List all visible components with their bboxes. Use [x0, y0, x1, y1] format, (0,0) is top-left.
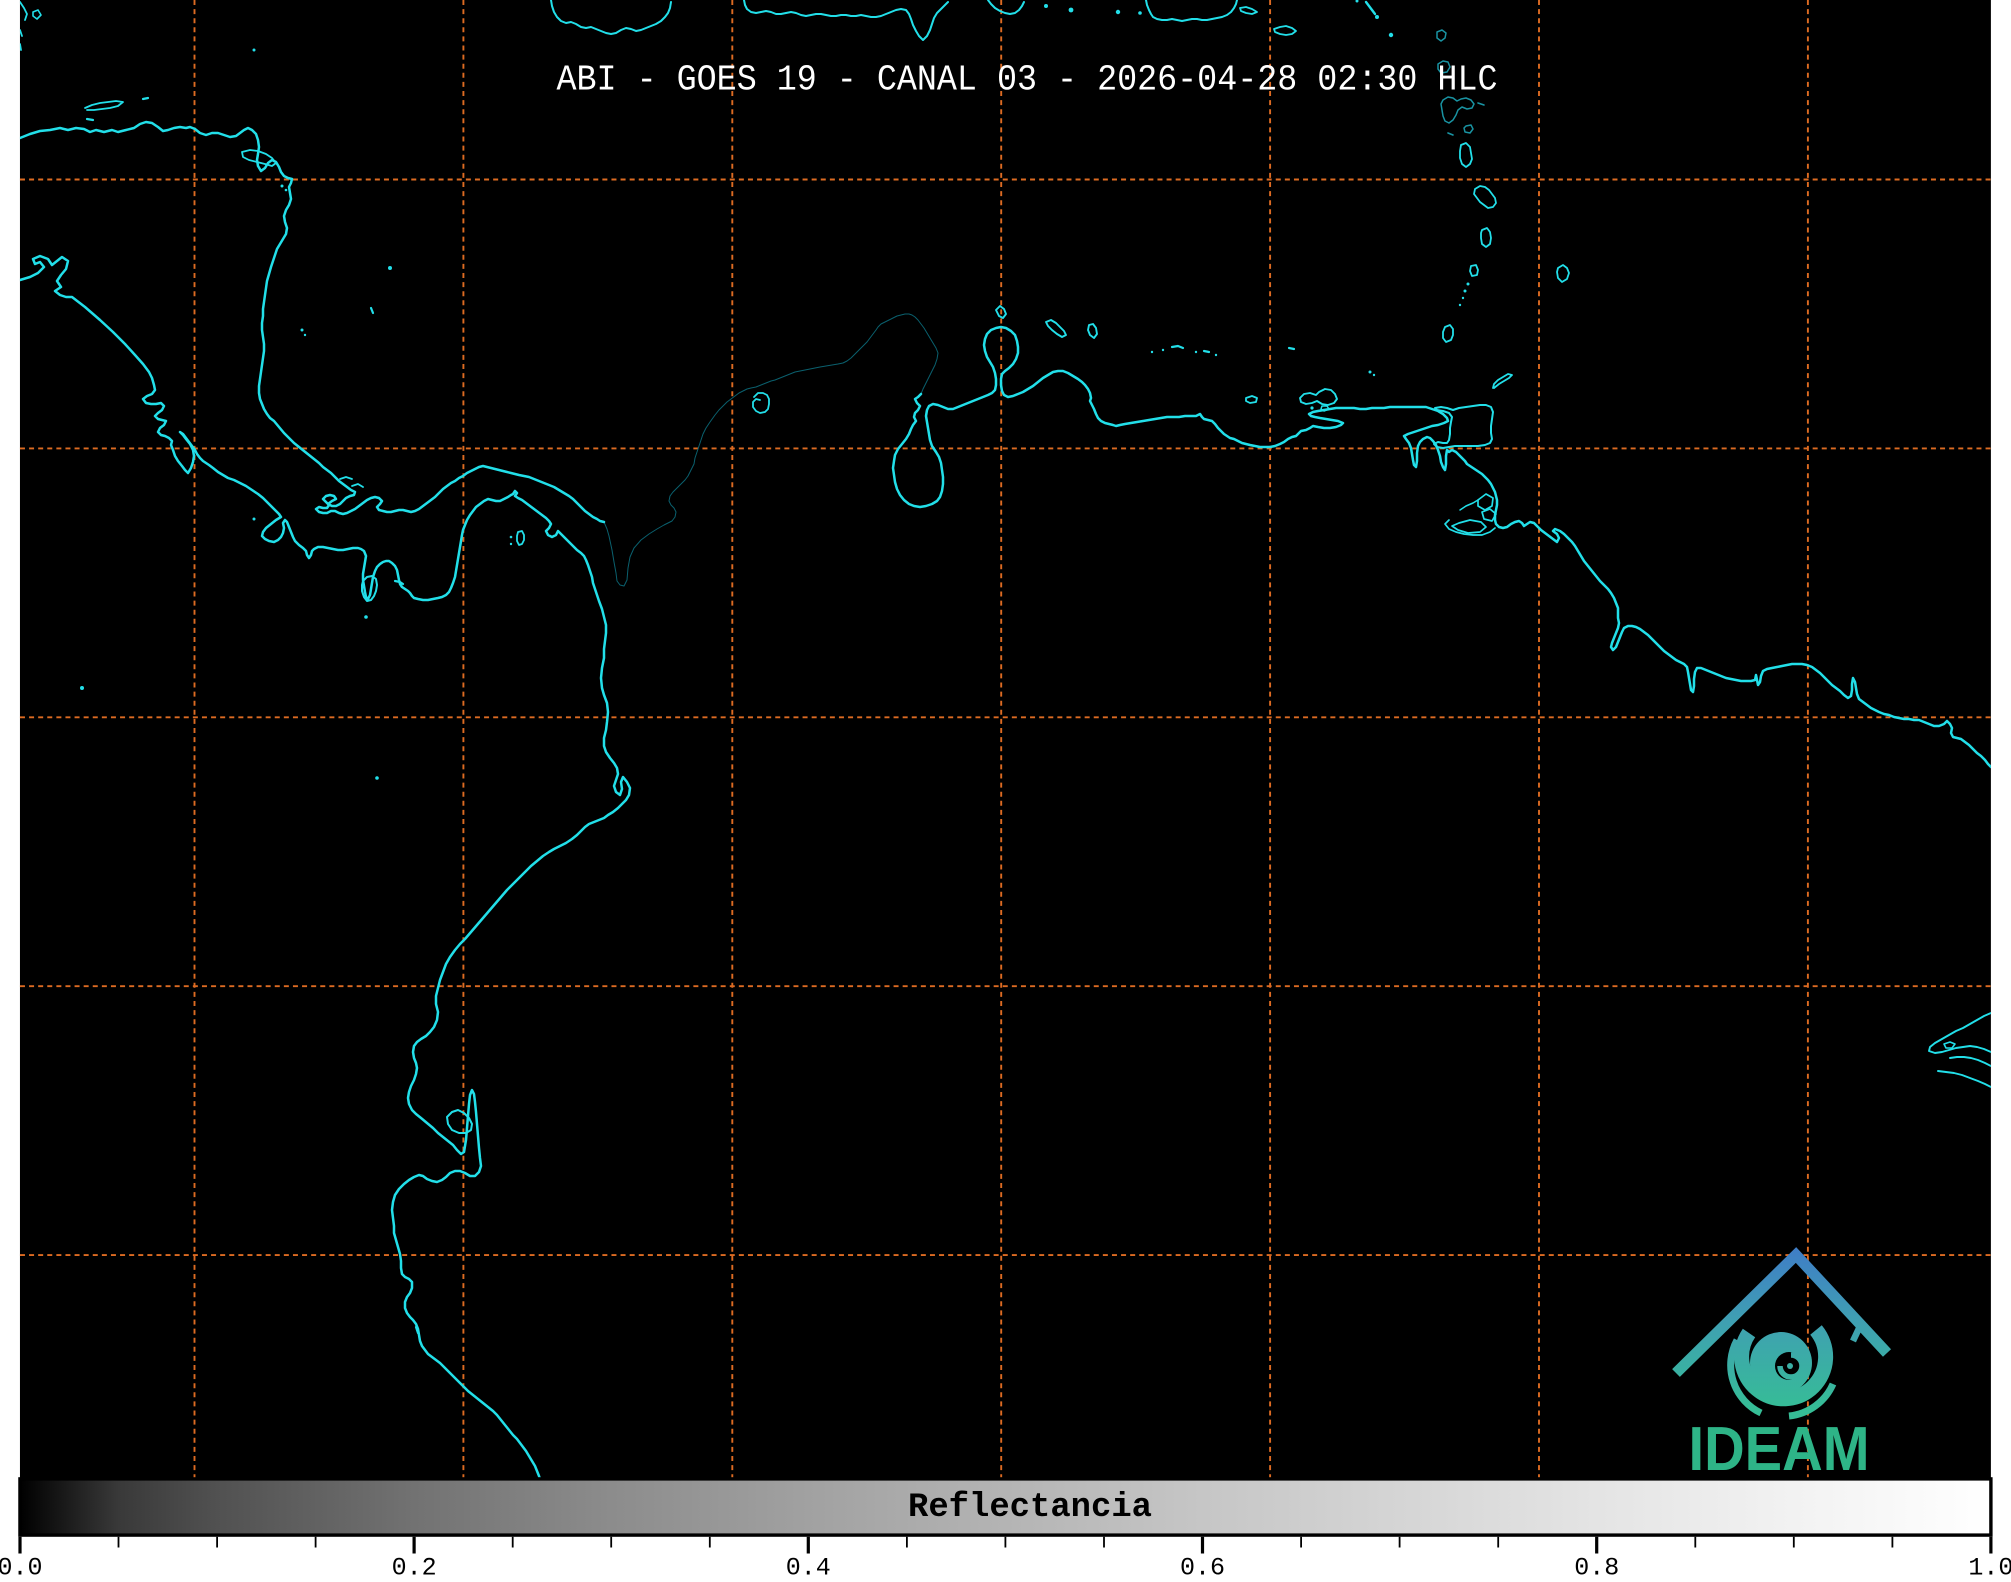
svg-text:1.0: 1.0 [1968, 1554, 2011, 1578]
svg-text:0.0: 0.0 [0, 1554, 43, 1578]
svg-text:ABI - GOES 19 - CANAL 03 - 202: ABI - GOES 19 - CANAL 03 - 2026-04-28 02… [557, 60, 1498, 101]
svg-text:0.8: 0.8 [1574, 1554, 1619, 1578]
svg-text:0.6: 0.6 [1180, 1554, 1225, 1578]
svg-text:Reflectancia: Reflectancia [908, 1489, 1152, 1527]
svg-text:IDEAM: IDEAM [1689, 1415, 1870, 1484]
svg-text:0.4: 0.4 [786, 1554, 831, 1578]
svg-text:0.2: 0.2 [392, 1554, 437, 1578]
